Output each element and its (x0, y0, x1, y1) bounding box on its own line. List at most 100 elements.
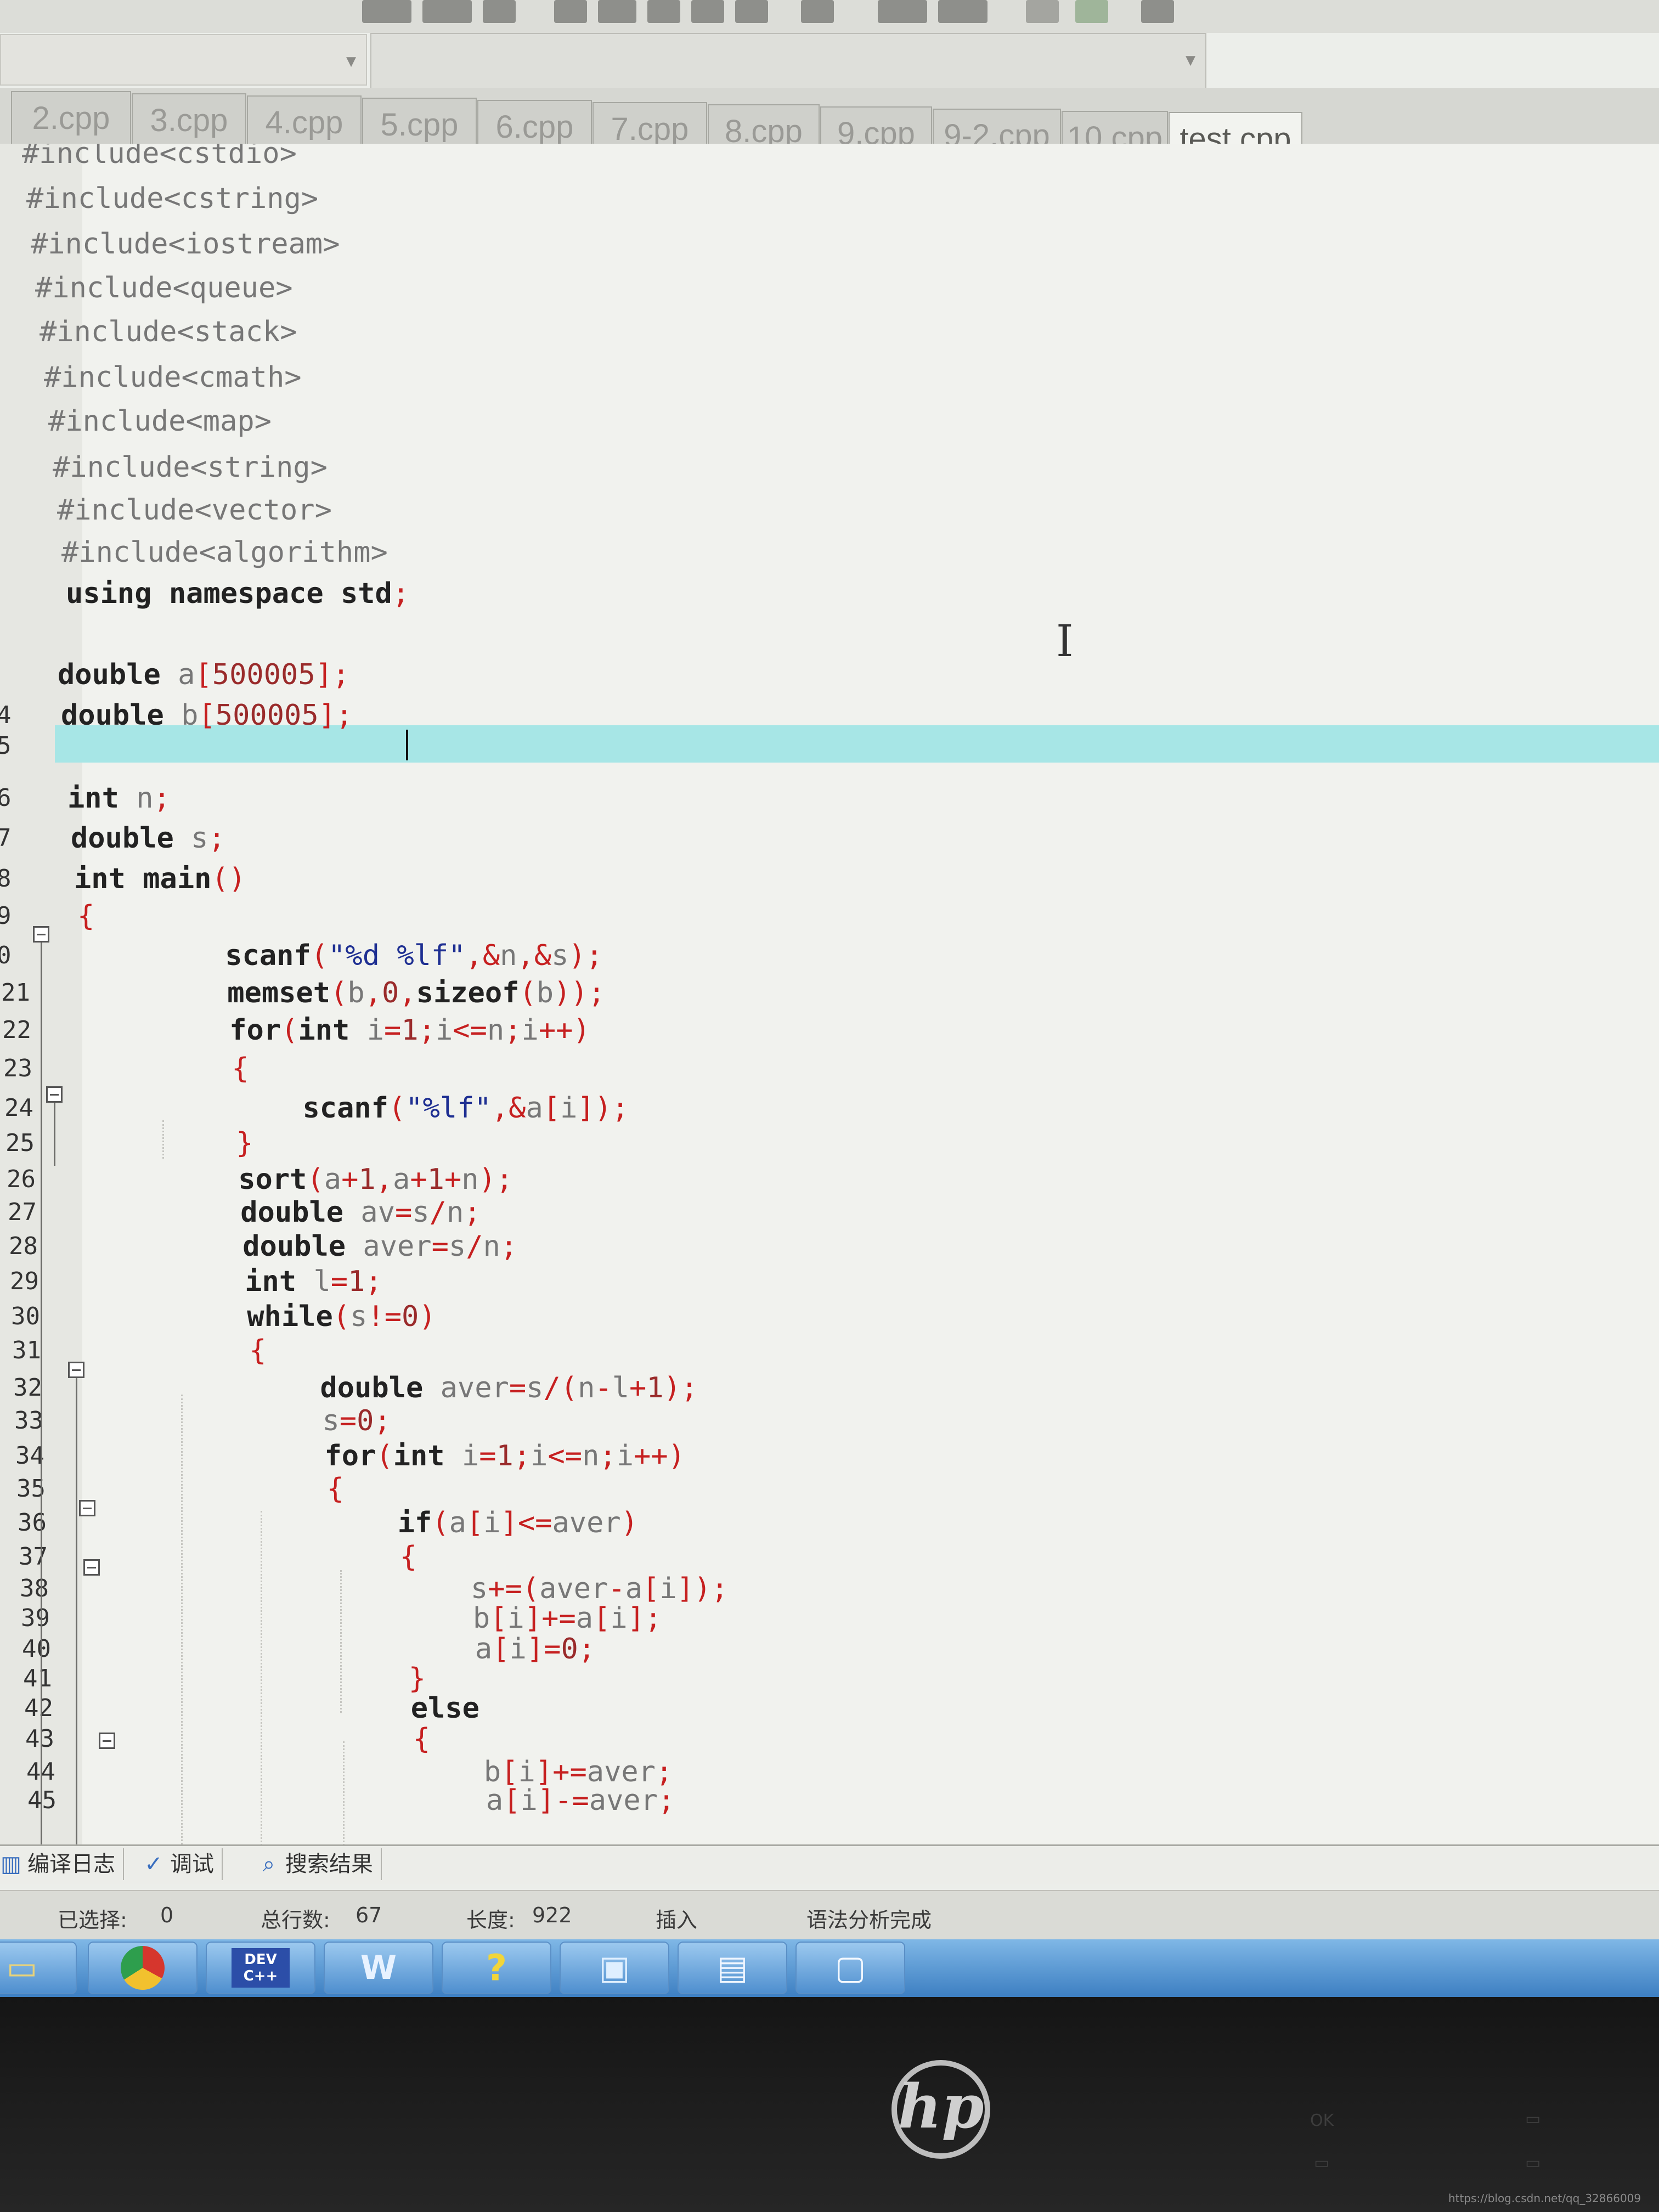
tab-debug[interactable]: ✓ 调试 (143, 1848, 223, 1880)
notepad-icon: ▤ (716, 1949, 748, 1987)
code-line[interactable]: int n; (67, 782, 171, 815)
tab-debug-label: 调试 (170, 1852, 214, 1877)
code-line[interactable]: { (194, 1541, 417, 1573)
code-line[interactable]: s+=(aver-a[i]); (196, 1572, 729, 1605)
code-line[interactable]: memset(b,0,sizeof(b)); (159, 977, 605, 1009)
toolbar-button[interactable] (483, 0, 516, 23)
code-line[interactable]: else (205, 1692, 479, 1725)
code-line[interactable]: double aver=s/n; (174, 1230, 517, 1263)
folder-icon: ▭ (6, 1949, 38, 1987)
fold-toggle-icon[interactable] (79, 1500, 95, 1516)
indent-guide (261, 1511, 262, 1844)
code-line[interactable]: #include<string> (53, 451, 328, 484)
toolbar-button[interactable] (691, 0, 724, 23)
line-number: 6 (0, 784, 12, 812)
line-number: 36 (18, 1509, 47, 1537)
screen: ▼ ▼ 2.cpp 3.cpp 4.cpp 5.cpp 6.cpp 7.cpp … (0, 0, 1659, 1997)
code-line[interactable]: { (163, 1052, 249, 1085)
code-line[interactable]: scanf("%d %lf",&n,&s); (156, 939, 603, 972)
toolbar-button[interactable] (422, 0, 472, 23)
taskbar-wps[interactable]: W (324, 1942, 433, 1994)
code-editor[interactable]: 4 5 6 7 8 9 0 21 22 23 24 25 26 27 28 29 30 31 32 33 34 35 36 3… (0, 144, 1659, 1844)
code-line[interactable]: double av=s/n; (172, 1196, 481, 1229)
code-line[interactable]: } (202, 1662, 426, 1695)
fold-toggle-icon[interactable] (33, 926, 49, 943)
code-line[interactable]: double aver=s/(n-l+1); (183, 1372, 698, 1404)
code-line[interactable]: #include<queue> (35, 272, 293, 304)
taskbar-chrome[interactable] (88, 1942, 198, 1994)
tab-3-cpp[interactable]: 3.cpp (132, 93, 246, 147)
code-line[interactable]: } (167, 1127, 253, 1160)
code-line[interactable]: s=0; (185, 1404, 391, 1437)
code-line[interactable]: for(int i=1;i<=n;i++) (161, 1014, 590, 1047)
code-line[interactable]: #include<cstdio> (22, 144, 297, 170)
tab-2-cpp[interactable]: 2.cpp (11, 91, 131, 145)
line-number: 8 (0, 865, 12, 893)
wps-icon: W (360, 1949, 397, 1987)
line-number: 35 (16, 1475, 46, 1503)
fold-toggle-icon[interactable] (83, 1559, 100, 1576)
code-line[interactable]: { (77, 900, 94, 933)
class-combobox[interactable]: ▼ (0, 34, 367, 86)
code-line[interactable]: #include<cstring> (26, 182, 318, 215)
toolbar-button[interactable] (1026, 0, 1059, 23)
code-line[interactable]: if(a[i]<=aver) (191, 1506, 638, 1539)
code-line[interactable]: #include<algorithm> (61, 536, 388, 569)
tab-compile-log[interactable]: ▥ 编译日志 (0, 1848, 124, 1880)
tab-4-cpp[interactable]: 4.cpp (247, 95, 362, 149)
code-line[interactable]: { (189, 1472, 343, 1505)
code-line[interactable]: b[i]+=a[i]; (198, 1602, 662, 1635)
toolbar-button[interactable] (878, 0, 927, 23)
code-line[interactable]: a[i]-=aver; (211, 1784, 675, 1817)
code-line[interactable]: #include<vector> (57, 494, 332, 527)
monitor-button-icon[interactable]: ▭ (1525, 2109, 1541, 2129)
line-number: 42 (24, 1694, 53, 1722)
code-line[interactable]: { (180, 1334, 266, 1367)
code-line[interactable]: for(int i=1;i<=n;i++) (187, 1440, 685, 1472)
line-number: 34 (15, 1442, 44, 1470)
monitor-button-icon[interactable]: ▭ (1525, 2153, 1541, 2172)
taskbar-window[interactable]: ▢ (795, 1942, 905, 1994)
code-line[interactable]: while(s!=0) (178, 1300, 436, 1333)
toolbar-button[interactable] (1141, 0, 1174, 23)
code-line[interactable]: sort(a+1,a+1+n); (170, 1163, 513, 1196)
chart-icon: ▥ (1, 1852, 21, 1877)
code-line[interactable]: b[i]+=aver; (209, 1756, 673, 1788)
code-line[interactable]: a[i]=0; (200, 1633, 595, 1666)
toolbar-button[interactable] (801, 0, 834, 23)
code-line[interactable]: double s; (71, 822, 225, 855)
tab-search-results[interactable]: ⌕ 搜索结果 (258, 1848, 382, 1880)
taskbar-folder[interactable]: ▭ (0, 1942, 77, 1994)
member-combobox[interactable]: ▼ (370, 33, 1206, 95)
chrome-icon (121, 1946, 165, 1990)
fold-toggle-icon[interactable] (46, 1086, 63, 1103)
indent-guide (340, 1570, 342, 1713)
code-line[interactable]: #include<cmath> (44, 361, 302, 394)
toolbar-button[interactable] (1075, 0, 1108, 23)
toolbar-button[interactable] (554, 0, 587, 23)
code-line[interactable]: double a[500005]; (58, 658, 349, 691)
code-line[interactable]: int main() (74, 862, 246, 895)
toolbar-button[interactable] (938, 0, 988, 23)
code-line[interactable]: #include<map> (48, 405, 272, 438)
taskbar-image-viewer[interactable]: ▣ (560, 1942, 669, 1994)
toolbar-button[interactable] (735, 0, 768, 23)
code-line[interactable]: { (207, 1723, 430, 1756)
code-line[interactable]: using namespace std; (66, 577, 409, 610)
code-line[interactable]: int l=1; (176, 1265, 382, 1298)
code-line[interactable]: #include<iostream> (31, 228, 340, 261)
monitor-button-icon[interactable]: ▭ (1314, 2153, 1329, 2172)
toolbar-button[interactable] (598, 0, 636, 23)
code-line[interactable]: #include<stack> (40, 315, 297, 348)
taskbar-notepad[interactable]: ▤ (678, 1942, 787, 1994)
toolbar-button[interactable] (362, 0, 411, 23)
taskbar-devcpp[interactable]: DEV C++ (206, 1942, 315, 1994)
code-line[interactable]: scanf("%lf",&a[i]); (165, 1092, 629, 1125)
toolbar-button[interactable] (647, 0, 680, 23)
fold-toggle-icon[interactable] (68, 1362, 84, 1378)
taskbar-help[interactable]: ? (442, 1942, 551, 1994)
fold-toggle-icon[interactable] (99, 1733, 115, 1749)
line-number: 0 (0, 941, 12, 969)
code-line[interactable]: double b[500005]; (61, 699, 353, 732)
line-number: 29 (10, 1267, 39, 1295)
